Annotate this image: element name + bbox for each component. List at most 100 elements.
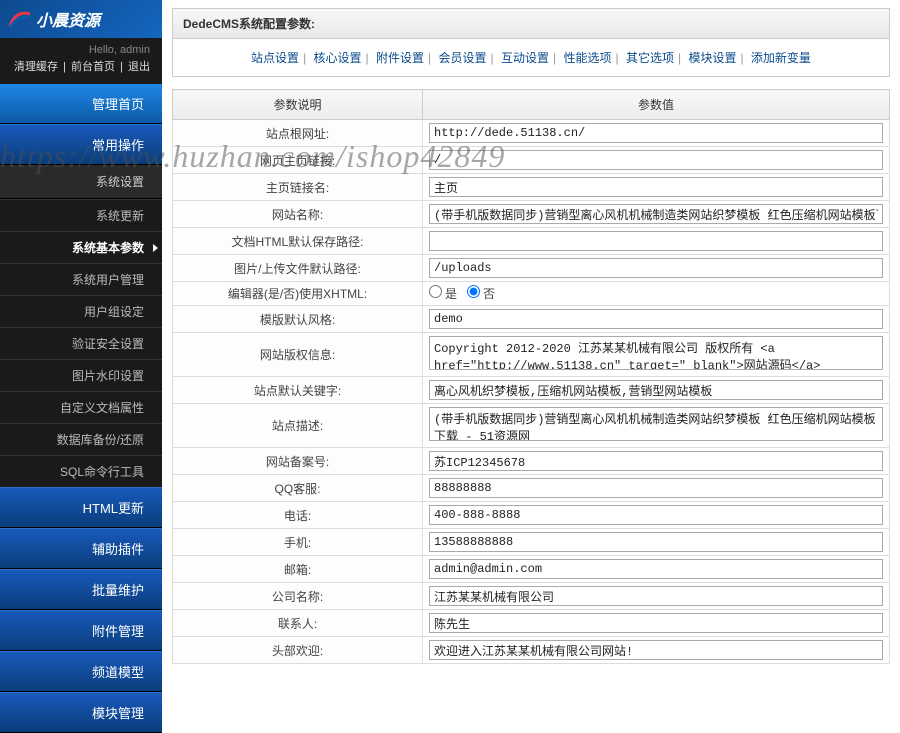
radio-group: 是 否 xyxy=(429,285,883,302)
config-value-cell xyxy=(423,529,890,556)
logo-icon xyxy=(8,8,32,30)
nav-home[interactable]: 管理首页 xyxy=(0,84,162,124)
config-value-cell xyxy=(423,201,890,228)
config-label: 联系人: xyxy=(173,610,423,637)
tab-core[interactable]: 核心设置 xyxy=(314,51,362,65)
nav-plugin[interactable]: 辅助插件 xyxy=(0,528,162,569)
config-row: 文档HTML默认保存路径: xyxy=(173,228,890,255)
config-row: 编辑器(是/否)使用XHTML: 是 否 xyxy=(173,282,890,306)
config-value-cell xyxy=(423,610,890,637)
config-label: 站点默认关键字: xyxy=(173,377,423,404)
tab-module[interactable]: 模块设置 xyxy=(688,51,736,65)
tab-other[interactable]: 其它选项 xyxy=(626,51,674,65)
config-input[interactable] xyxy=(429,380,883,400)
config-label: 邮箱: xyxy=(173,556,423,583)
config-label: 公司名称: xyxy=(173,583,423,610)
config-label: 站点描述: xyxy=(173,404,423,448)
config-value-cell xyxy=(423,377,890,404)
radio-no-label[interactable]: 否 xyxy=(467,287,495,301)
config-label: 站点根网址: xyxy=(173,120,423,147)
nav-attach[interactable]: 附件管理 xyxy=(0,610,162,651)
radio-no[interactable] xyxy=(467,285,480,298)
logout-link[interactable]: 退出 xyxy=(128,61,150,73)
config-value-cell xyxy=(423,255,890,282)
config-table: 参数说明 参数值 站点根网址:网页主页链接:主页链接名:网站名称:文档HTML默… xyxy=(172,89,890,664)
config-label: QQ客服: xyxy=(173,475,423,502)
nav-module[interactable]: 模块管理 xyxy=(0,692,162,733)
config-input[interactable] xyxy=(429,559,883,579)
config-input[interactable] xyxy=(429,258,883,278)
logo-text: 小晨资源 xyxy=(36,7,100,31)
tab-bar: 站点设置| 核心设置| 附件设置| 会员设置| 互动设置| 性能选项| 其它选项… xyxy=(172,39,890,77)
config-label: 电话: xyxy=(173,502,423,529)
config-label: 图片/上传文件默认路径: xyxy=(173,255,423,282)
config-label: 网站版权信息: xyxy=(173,333,423,377)
frontend-link[interactable]: 前台首页 xyxy=(71,61,115,73)
tab-site[interactable]: 站点设置 xyxy=(251,51,299,65)
config-label: 编辑器(是/否)使用XHTML: xyxy=(173,282,423,306)
config-input[interactable] xyxy=(429,640,883,660)
config-input[interactable] xyxy=(429,150,883,170)
config-row: 主页链接名: xyxy=(173,174,890,201)
config-input[interactable] xyxy=(429,613,883,633)
config-value-cell xyxy=(423,448,890,475)
config-input[interactable] xyxy=(429,177,883,197)
config-textarea[interactable] xyxy=(429,407,883,441)
tab-perf[interactable]: 性能选项 xyxy=(563,51,611,65)
tab-addvar[interactable]: 添加新变量 xyxy=(751,51,811,65)
subnav-user-mgmt[interactable]: 系统用户管理 xyxy=(0,263,162,295)
config-label: 网站名称: xyxy=(173,201,423,228)
config-input[interactable] xyxy=(429,451,883,471)
config-row: 站点描述: xyxy=(173,404,890,448)
config-value-cell xyxy=(423,475,890,502)
config-label: 文档HTML默认保存路径: xyxy=(173,228,423,255)
subnav-sql[interactable]: SQL命令行工具 xyxy=(0,455,162,487)
subnav-update[interactable]: 系统更新 xyxy=(0,199,162,231)
nav-system[interactable]: 系统设置 xyxy=(0,165,162,199)
config-row: 电话: xyxy=(173,502,890,529)
config-input[interactable] xyxy=(429,123,883,143)
subnav-basic-params[interactable]: 系统基本参数 xyxy=(0,231,162,263)
subnav-custom-attr[interactable]: 自定义文档属性 xyxy=(0,391,162,423)
config-row: 图片/上传文件默认路径: xyxy=(173,255,890,282)
config-input[interactable] xyxy=(429,204,883,224)
nav-common[interactable]: 常用操作 xyxy=(0,124,162,165)
system-subnav: 系统更新 系统基本参数 系统用户管理 用户组设定 验证安全设置 图片水印设置 自… xyxy=(0,199,162,487)
main-content: DedeCMS系统配置参数: 站点设置| 核心设置| 附件设置| 会员设置| 互… xyxy=(162,0,900,672)
tab-interact[interactable]: 互动设置 xyxy=(501,51,549,65)
tab-attach[interactable]: 附件设置 xyxy=(376,51,424,65)
config-row: 网页主页链接: xyxy=(173,147,890,174)
config-value-cell xyxy=(423,404,890,448)
tab-member[interactable]: 会员设置 xyxy=(439,51,487,65)
config-input[interactable] xyxy=(429,478,883,498)
config-value-cell xyxy=(423,333,890,377)
config-input[interactable] xyxy=(429,231,883,251)
config-row: 头部欢迎: xyxy=(173,637,890,664)
nav-batch[interactable]: 批量维护 xyxy=(0,569,162,610)
config-row: 邮箱: xyxy=(173,556,890,583)
config-value-cell xyxy=(423,147,890,174)
subnav-db-backup[interactable]: 数据库备份/还原 xyxy=(0,423,162,455)
subnav-watermark[interactable]: 图片水印设置 xyxy=(0,359,162,391)
config-input[interactable] xyxy=(429,309,883,329)
subnav-security[interactable]: 验证安全设置 xyxy=(0,327,162,359)
config-row: 联系人: xyxy=(173,610,890,637)
config-textarea[interactable] xyxy=(429,336,883,370)
config-input[interactable] xyxy=(429,586,883,606)
config-label: 网页主页链接: xyxy=(173,147,423,174)
panel-title: DedeCMS系统配置参数: xyxy=(172,8,890,39)
radio-yes[interactable] xyxy=(429,285,442,298)
config-row: 手机: xyxy=(173,529,890,556)
config-row: 网站名称: xyxy=(173,201,890,228)
subnav-usergroup[interactable]: 用户组设定 xyxy=(0,295,162,327)
config-row: 站点根网址: xyxy=(173,120,890,147)
nav-html[interactable]: HTML更新 xyxy=(0,487,162,528)
config-input[interactable] xyxy=(429,532,883,552)
config-input[interactable] xyxy=(429,505,883,525)
config-label: 模版默认风格: xyxy=(173,306,423,333)
quick-links: 清理缓存 | 前台首页 | 退出 xyxy=(0,58,162,84)
clear-cache-link[interactable]: 清理缓存 xyxy=(14,61,58,73)
radio-yes-label[interactable]: 是 xyxy=(429,287,457,301)
nav-channel[interactable]: 频道模型 xyxy=(0,651,162,692)
config-row: 网站备案号: xyxy=(173,448,890,475)
